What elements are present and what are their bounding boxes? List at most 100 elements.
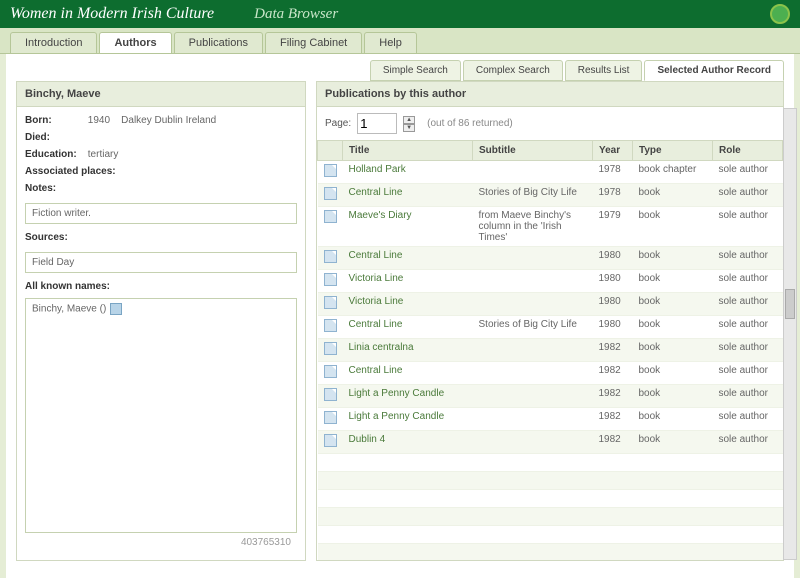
tab-filing-cabinet[interactable]: Filing Cabinet (265, 32, 362, 53)
page-info: (out of 86 returned) (427, 118, 513, 129)
notes-text: Fiction writer. (25, 203, 297, 224)
pub-title[interactable]: Victoria Line (343, 293, 473, 316)
table-row[interactable]: Central Line1980booksole author (318, 247, 783, 270)
table-row[interactable]: Light a Penny Candle1982booksole author (318, 408, 783, 431)
tab-help[interactable]: Help (364, 32, 417, 53)
born-place: Dalkey Dublin Ireland (121, 115, 216, 126)
pub-type: book (633, 270, 713, 293)
column-header[interactable]: Title (343, 141, 473, 161)
globe-icon[interactable] (770, 4, 790, 24)
column-header[interactable]: Role (713, 141, 783, 161)
pub-subtitle (473, 247, 593, 270)
tab-authors[interactable]: Authors (99, 32, 171, 53)
pub-year: 1980 (593, 293, 633, 316)
pub-title[interactable]: Light a Penny Candle (343, 385, 473, 408)
table-row[interactable]: Central LineStories of Big City Life1978… (318, 184, 783, 207)
notes-label: Notes: (25, 183, 85, 194)
panels: Binchy, Maeve Born: 1940 Dalkey Dublin I… (6, 81, 794, 571)
subtab-selected-author[interactable]: Selected Author Record (644, 60, 784, 81)
page-label: Page: (325, 118, 351, 129)
scrollbar-thumb[interactable] (785, 289, 795, 319)
pub-title[interactable]: Victoria Line (343, 270, 473, 293)
table-row[interactable]: Maeve's Diaryfrom Maeve Binchy's column … (318, 207, 783, 247)
pub-title[interactable]: Central Line (343, 316, 473, 339)
table-row[interactable]: Light a Penny Candle1982booksole author (318, 385, 783, 408)
known-name: Binchy, Maeve () (32, 304, 106, 315)
document-icon[interactable] (324, 164, 337, 177)
column-header[interactable]: Type (633, 141, 713, 161)
pub-type: book (633, 408, 713, 431)
pub-year: 1982 (593, 431, 633, 454)
pub-title[interactable]: Linia centralna (343, 339, 473, 362)
pub-year: 1980 (593, 247, 633, 270)
pub-subtitle (473, 362, 593, 385)
sources-text: Field Day (25, 252, 297, 273)
document-icon[interactable] (324, 187, 337, 200)
pub-type: book (633, 293, 713, 316)
author-details: Born: 1940 Dalkey Dublin Ireland Died: E… (17, 107, 305, 560)
page-input[interactable] (357, 113, 397, 134)
publications-heading: Publications by this author (317, 82, 783, 107)
column-header[interactable]: Subtitle (473, 141, 593, 161)
pub-title[interactable]: Maeve's Diary (343, 207, 473, 247)
pub-type: book (633, 385, 713, 408)
record-id: 403765310 (25, 533, 297, 552)
pub-title[interactable]: Holland Park (343, 161, 473, 184)
table-row[interactable]: Central LineStories of Big City Life1980… (318, 316, 783, 339)
pub-type: book (633, 184, 713, 207)
pub-subtitle (473, 270, 593, 293)
column-header[interactable] (318, 141, 343, 161)
document-icon[interactable] (324, 365, 337, 378)
pub-title[interactable]: Central Line (343, 247, 473, 270)
document-icon[interactable] (324, 296, 337, 309)
document-icon[interactable] (324, 342, 337, 355)
table-row-empty (318, 472, 783, 490)
page-up-button[interactable]: ▲ (403, 116, 415, 124)
pub-title[interactable]: Light a Penny Candle (343, 408, 473, 431)
table-row[interactable]: Central Line1982booksole author (318, 362, 783, 385)
table-row-empty (318, 508, 783, 526)
document-icon[interactable] (324, 434, 337, 447)
document-icon[interactable] (324, 388, 337, 401)
tab-publications[interactable]: Publications (174, 32, 263, 53)
pub-subtitle: from Maeve Binchy's column in the 'Irish… (473, 207, 593, 247)
pub-role: sole author (713, 184, 783, 207)
document-icon[interactable] (324, 250, 337, 263)
pub-subtitle (473, 161, 593, 184)
pub-role: sole author (713, 385, 783, 408)
pub-title[interactable]: Dublin 4 (343, 431, 473, 454)
link-icon[interactable] (110, 303, 122, 315)
sub-tabs: Simple Search Complex Search Results Lis… (6, 54, 794, 81)
table-row[interactable]: Linia centralna1982booksole author (318, 339, 783, 362)
pub-role: sole author (713, 362, 783, 385)
page-down-button[interactable]: ▼ (403, 124, 415, 132)
document-icon[interactable] (324, 411, 337, 424)
document-icon[interactable] (324, 273, 337, 286)
document-icon[interactable] (324, 319, 337, 332)
publications-panel: Publications by this author Page: ▲ ▼ (o… (316, 81, 784, 561)
subtab-complex-search[interactable]: Complex Search (463, 60, 563, 81)
column-header[interactable]: Year (593, 141, 633, 161)
subtab-simple-search[interactable]: Simple Search (370, 60, 461, 81)
pub-subtitle (473, 431, 593, 454)
table-row[interactable]: Holland Park1978book chaptersole author (318, 161, 783, 184)
pub-year: 1978 (593, 184, 633, 207)
pub-role: sole author (713, 270, 783, 293)
document-icon[interactable] (324, 210, 337, 223)
pub-title[interactable]: Central Line (343, 362, 473, 385)
table-row-empty (318, 544, 783, 561)
table-row[interactable]: Victoria Line1980booksole author (318, 293, 783, 316)
pub-role: sole author (713, 207, 783, 247)
pub-type: book (633, 339, 713, 362)
pub-year: 1979 (593, 207, 633, 247)
table-row[interactable]: Dublin 41982booksole author (318, 431, 783, 454)
pub-title[interactable]: Central Line (343, 184, 473, 207)
tab-introduction[interactable]: Introduction (10, 32, 97, 53)
subtab-results-list[interactable]: Results List (565, 60, 643, 81)
pub-subtitle (473, 339, 593, 362)
table-row-empty (318, 490, 783, 508)
table-row[interactable]: Victoria Line1980booksole author (318, 270, 783, 293)
scrollbar[interactable] (783, 108, 797, 560)
born-year: 1940 (88, 115, 110, 126)
content-area: Simple Search Complex Search Results Lis… (6, 54, 794, 578)
